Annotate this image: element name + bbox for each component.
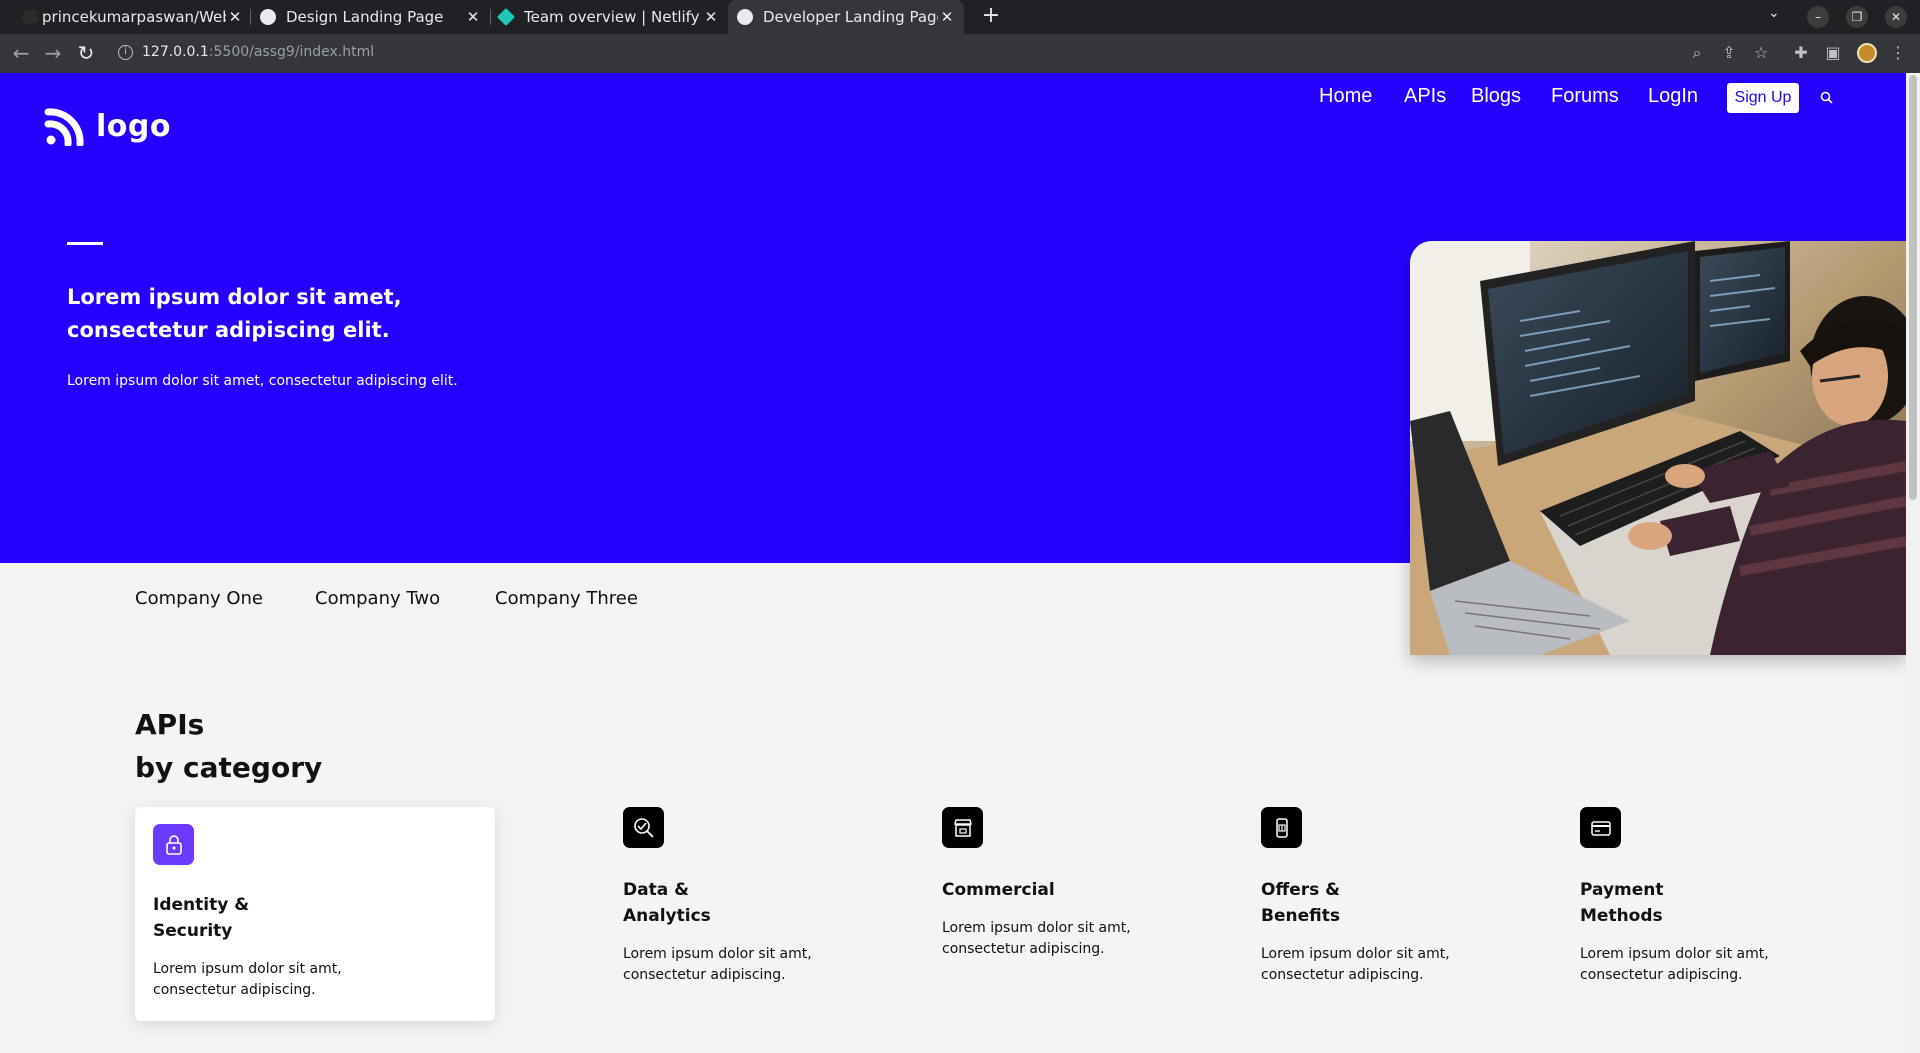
company-logo-three: Company Three xyxy=(495,588,638,609)
hero-title: Lorem ipsum dolor sit amet, consectetur … xyxy=(67,285,402,342)
search-icon[interactable] xyxy=(1820,89,1833,108)
forward-button[interactable]: → xyxy=(40,41,66,67)
bookmark-star-icon[interactable]: ☆ xyxy=(1750,42,1772,64)
hero-developer-image xyxy=(1410,241,1906,655)
store-icon xyxy=(942,807,983,848)
logo-icon xyxy=(44,108,84,146)
close-icon[interactable]: ✕ xyxy=(938,8,956,26)
nav-login[interactable]: LogIn xyxy=(1648,85,1698,108)
nav-home[interactable]: Home xyxy=(1319,85,1372,108)
tab-design-landing[interactable]: Design Landing Page ✕ xyxy=(260,0,482,34)
tab-netlify[interactable]: Team overview | Netlify ✕ xyxy=(496,0,720,34)
card-title: Offers & Benefits xyxy=(1261,880,1340,926)
tab-developer-landing[interactable]: Developer Landing Page ✕ xyxy=(728,0,964,34)
page-viewport: logo Home APIs Blogs Forums LogIn Sign U… xyxy=(0,73,1920,1053)
card-title: Payment Methods xyxy=(1580,880,1664,926)
card-icon xyxy=(1580,807,1621,848)
scrollbar-thumb[interactable] xyxy=(1909,75,1917,500)
side-panel-icon[interactable]: ▣ xyxy=(1822,42,1844,64)
api-card-payment-methods[interactable]: Payment Methods Lorem ipsum dolor sit am… xyxy=(1580,807,1920,987)
reload-button[interactable]: ↻ xyxy=(73,41,99,67)
globe-icon xyxy=(260,9,276,25)
nav-forums[interactable]: Forums xyxy=(1551,85,1619,108)
address-bar[interactable]: i 127.0.0.1:5500/assg9/index.html xyxy=(108,38,1908,68)
close-icon[interactable]: ✕ xyxy=(702,8,720,26)
api-card-identity-security[interactable]: Identity & Security Lorem ipsum dolor si… xyxy=(135,807,495,1021)
card-title: Commercial xyxy=(942,880,1055,900)
zoom-icon[interactable]: ⌕ xyxy=(1686,42,1708,64)
analytics-icon xyxy=(623,807,664,848)
nav-apis[interactable]: APIs xyxy=(1404,85,1446,108)
tab-github[interactable]: princekumarpaswan/Web ✕ xyxy=(22,0,244,34)
signup-button[interactable]: Sign Up xyxy=(1727,83,1799,113)
new-tab-button[interactable]: + xyxy=(978,4,1004,30)
restore-button[interactable]: ❐ xyxy=(1846,6,1868,28)
github-icon xyxy=(22,9,38,25)
card-title: Identity & Security xyxy=(153,895,250,941)
card-desc: Lorem ipsum dolor sit amt, consectetur a… xyxy=(1261,946,1450,983)
api-card-offers-benefits[interactable]: Offers & Benefits Lorem ipsum dolor sit … xyxy=(1261,807,1621,987)
card-desc: Lorem ipsum dolor sit amt, consectetur a… xyxy=(153,961,342,998)
url-text[interactable]: 127.0.0.1:5500/assg9/index.html xyxy=(142,44,374,60)
share-icon[interactable]: ⇪ xyxy=(1718,42,1740,64)
apis-heading: APIs by category xyxy=(135,708,323,784)
card-desc: Lorem ipsum dolor sit amt, consectetur a… xyxy=(942,920,1131,957)
card-title: Data & Analytics xyxy=(623,880,711,926)
avatar[interactable] xyxy=(1857,43,1877,63)
card-desc: Lorem ipsum dolor sit amt, consectetur a… xyxy=(1580,946,1769,983)
page-scrollbar[interactable] xyxy=(1906,73,1920,1053)
info-icon[interactable]: i xyxy=(118,45,133,60)
back-button[interactable]: ← xyxy=(8,41,34,67)
hero-subtitle: Lorem ipsum dolor sit amet, consectetur … xyxy=(67,373,458,389)
minimize-button[interactable]: – xyxy=(1807,6,1829,28)
menu-icon[interactable]: ⋮ xyxy=(1887,42,1909,64)
card-desc: Lorem ipsum dolor sit amt, consectetur a… xyxy=(623,946,812,983)
company-logo-one: Company One xyxy=(135,588,264,609)
tab-search-icon[interactable]: ⌄ xyxy=(1768,5,1780,21)
site-logo[interactable]: logo xyxy=(44,106,171,146)
netlify-icon xyxy=(496,7,516,27)
browser-tab-bar: princekumarpaswan/Web ✕ Design Landing P… xyxy=(0,0,1920,34)
close-icon[interactable]: ✕ xyxy=(226,8,244,26)
lock-icon xyxy=(153,824,194,865)
gift-phone-icon xyxy=(1261,807,1302,848)
close-icon[interactable]: ✕ xyxy=(464,8,482,26)
api-card-commercial[interactable]: Commercial Lorem ipsum dolor sit amt, co… xyxy=(942,807,1302,987)
extensions-icon[interactable]: ✚ xyxy=(1790,42,1812,64)
hero-accent-line xyxy=(67,242,103,245)
close-window-button[interactable]: ✕ xyxy=(1885,6,1907,28)
api-card-data-analytics[interactable]: Data & Analytics Lorem ipsum dolor sit a… xyxy=(623,807,983,987)
logo-text: logo xyxy=(96,108,171,144)
browser-toolbar: ← → ↻ i 127.0.0.1:5500/assg9/index.html … xyxy=(0,34,1920,73)
company-logo-two: Company Two xyxy=(315,588,441,609)
globe-icon xyxy=(737,9,753,25)
nav-blogs[interactable]: Blogs xyxy=(1471,85,1521,108)
